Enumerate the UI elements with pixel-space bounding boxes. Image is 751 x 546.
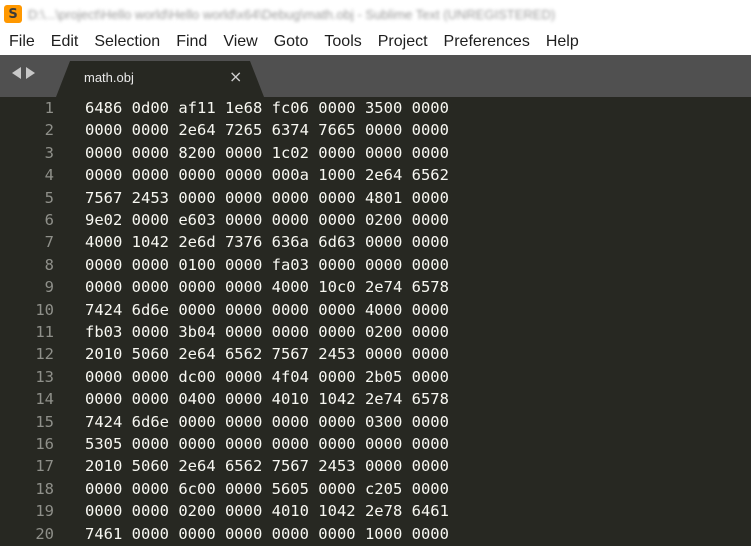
code-line[interactable]: 15 7424 6d6e 0000 0000 0000 0000 0300 000… — [0, 411, 751, 433]
line-text[interactable]: 0000 0000 0400 0000 4010 1042 2e74 6578 — [85, 388, 449, 410]
line-text[interactable]: 7567 2453 0000 0000 0000 0000 4801 0000 — [85, 187, 449, 209]
line-text[interactable]: fb03 0000 3b04 0000 0000 0000 0200 0000 — [85, 321, 449, 343]
code-line[interactable]: 8 0000 0000 0100 0000 fa03 0000 0000 0000 — [0, 254, 751, 276]
menu-file[interactable]: File — [1, 28, 43, 55]
editor-area[interactable]: 1 6486 0d00 af11 1e68 fc06 0000 3500 0000… — [0, 97, 751, 546]
line-number: 13 — [35, 367, 54, 386]
close-icon[interactable]: × — [229, 67, 242, 87]
line-text[interactable]: 0000 0000 0100 0000 fa03 0000 0000 0000 — [85, 254, 449, 276]
line-number: 10 — [35, 300, 54, 319]
code-line[interactable]: 20 7461 0000 0000 0000 0000 0000 1000 000… — [0, 523, 751, 545]
tab-math-obj[interactable]: math.obj × — [56, 61, 264, 97]
line-text[interactable]: 7424 6d6e 0000 0000 0000 0000 0300 0000 — [85, 411, 449, 433]
line-text[interactable]: 0000 0000 dc00 0000 4f04 0000 2b05 0000 — [85, 366, 449, 388]
code-line[interactable]: 3 0000 0000 8200 0000 1c02 0000 0000 0000 — [0, 142, 751, 164]
code-line[interactable]: 18 0000 0000 6c00 0000 5605 0000 c205 000… — [0, 478, 751, 500]
line-number: 7 — [44, 233, 54, 252]
line-number: 11 — [35, 323, 54, 341]
line-number: 20 — [35, 524, 54, 543]
tab-label: math.obj — [84, 70, 134, 85]
code-line[interactable]: 19 0000 0000 0200 0000 4010 1042 2e78 646… — [0, 500, 751, 522]
menu-find[interactable]: Find — [168, 28, 215, 55]
menu-edit[interactable]: Edit — [43, 28, 87, 55]
line-number: 2 — [44, 121, 54, 140]
title-bar[interactable]: S D:\...\project\Hello world\Hello world… — [0, 0, 751, 28]
line-text[interactable]: 7461 0000 0000 0000 0000 0000 1000 0000 — [85, 523, 449, 545]
code-line[interactable]: 9 0000 0000 0000 0000 4000 10c0 2e74 6578 — [0, 276, 751, 298]
line-number: 19 — [35, 502, 54, 521]
menu-preferences[interactable]: Preferences — [436, 28, 538, 55]
line-text[interactable]: 0000 0000 6c00 0000 5605 0000 c205 0000 — [85, 478, 449, 500]
code-line[interactable]: 11 fb03 0000 3b04 0000 0000 0000 0200 000… — [0, 321, 751, 343]
menu-view[interactable]: View — [215, 28, 265, 55]
line-number: 18 — [35, 479, 54, 498]
chevron-right-icon[interactable] — [26, 67, 35, 79]
line-number: 9 — [44, 278, 54, 297]
line-number: 8 — [44, 255, 54, 274]
tab-navigation — [12, 67, 35, 83]
line-text[interactable]: 9e02 0000 e603 0000 0000 0000 0200 0000 — [85, 209, 449, 231]
line-text[interactable]: 0000 0000 0000 0000 000a 1000 2e64 6562 — [85, 164, 449, 186]
menu-tools[interactable]: Tools — [316, 28, 369, 55]
code-line[interactable]: 4 0000 0000 0000 0000 000a 1000 2e64 6562 — [0, 164, 751, 186]
line-number: 16 — [35, 435, 54, 453]
line-text[interactable]: 0000 0000 8200 0000 1c02 0000 0000 0000 — [85, 142, 449, 164]
line-number: 4 — [44, 166, 54, 185]
code-line[interactable]: 6 9e02 0000 e603 0000 0000 0000 0200 0000 — [0, 209, 751, 231]
code-line[interactable]: 2 0000 0000 2e64 7265 6374 7665 0000 0000 — [0, 119, 751, 141]
line-text[interactable]: 0000 0000 0000 0000 4000 10c0 2e74 6578 — [85, 276, 449, 298]
code-line[interactable]: 5 7567 2453 0000 0000 0000 0000 4801 0000 — [0, 187, 751, 209]
menu-selection[interactable]: Selection — [86, 28, 168, 55]
line-text[interactable]: 0000 0000 2e64 7265 6374 7665 0000 0000 — [85, 119, 449, 141]
line-number: 12 — [35, 345, 54, 364]
code-line[interactable]: 10 7424 6d6e 0000 0000 0000 0000 4000 000… — [0, 299, 751, 321]
code-line[interactable]: 7 4000 1042 2e6d 7376 636a 6d63 0000 0000 — [0, 231, 751, 253]
line-text[interactable]: 4000 1042 2e6d 7376 636a 6d63 0000 0000 — [85, 231, 449, 253]
menu-bar: File Edit Selection Find View Goto Tools… — [0, 28, 751, 55]
code-line[interactable]: 14 0000 0000 0400 0000 4010 1042 2e74 657… — [0, 388, 751, 410]
line-number: 17 — [35, 457, 54, 476]
line-text[interactable]: 5305 0000 0000 0000 0000 0000 0000 0000 — [85, 433, 449, 455]
line-number: 1 — [44, 99, 54, 117]
menu-help[interactable]: Help — [538, 28, 587, 55]
code-line[interactable]: 17 2010 5060 2e64 6562 7567 2453 0000 000… — [0, 455, 751, 477]
line-text[interactable]: 2010 5060 2e64 6562 7567 2453 0000 0000 — [85, 343, 449, 365]
line-number: 14 — [35, 390, 54, 409]
chevron-left-icon[interactable] — [12, 67, 21, 79]
line-number: 5 — [44, 188, 54, 207]
code-line[interactable]: 12 2010 5060 2e64 6562 7567 2453 0000 000… — [0, 343, 751, 365]
line-number: 3 — [44, 143, 54, 162]
line-text[interactable]: 6486 0d00 af11 1e68 fc06 0000 3500 0000 — [85, 97, 449, 119]
code-line[interactable]: 1 6486 0d00 af11 1e68 fc06 0000 3500 0000 — [0, 97, 751, 119]
line-text[interactable]: 7424 6d6e 0000 0000 0000 0000 4000 0000 — [85, 299, 449, 321]
menu-project[interactable]: Project — [370, 28, 436, 55]
line-text[interactable]: 2010 5060 2e64 6562 7567 2453 0000 0000 — [85, 455, 449, 477]
menu-goto[interactable]: Goto — [266, 28, 317, 55]
line-text[interactable]: 0000 0000 0200 0000 4010 1042 2e78 6461 — [85, 500, 449, 522]
line-number: 15 — [35, 412, 54, 431]
code-line[interactable]: 13 0000 0000 dc00 0000 4f04 0000 2b05 000… — [0, 366, 751, 388]
sublime-text-icon: S — [4, 5, 22, 23]
line-number: 6 — [44, 211, 54, 229]
window-title: D:\...\project\Hello world\Hello world\x… — [28, 6, 556, 22]
code-line[interactable]: 16 5305 0000 0000 0000 0000 0000 0000 000… — [0, 433, 751, 455]
tab-bar: math.obj × — [0, 55, 751, 97]
